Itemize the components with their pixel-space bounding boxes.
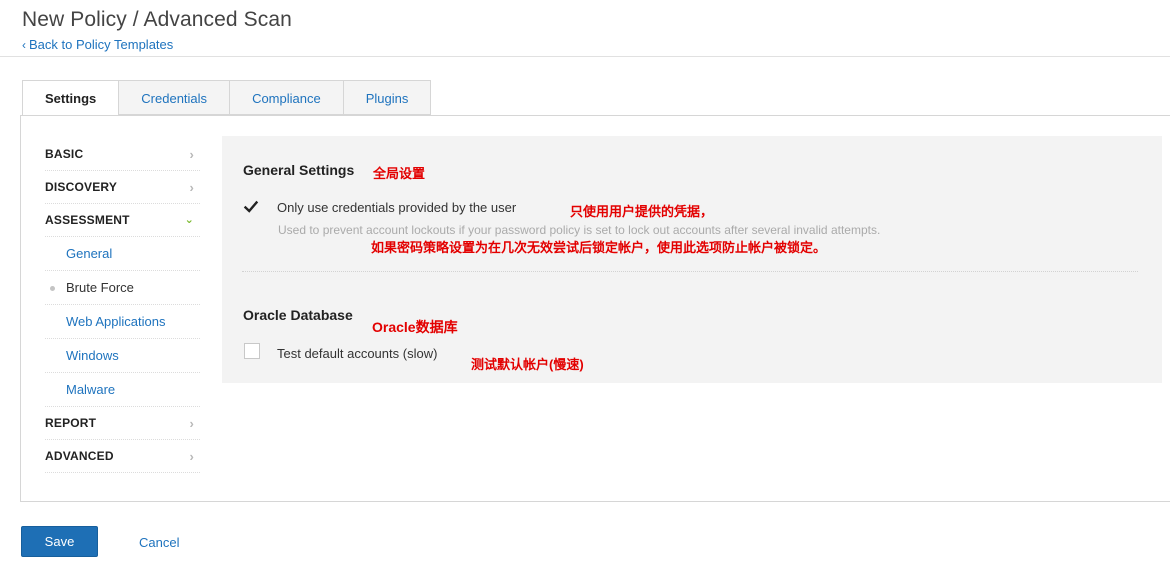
sidebar-item-discovery[interactable]: DISCOVERY › bbox=[45, 171, 200, 204]
sidebar-item-windows[interactable]: Windows bbox=[45, 339, 200, 373]
page-title: New Policy / Advanced Scan bbox=[22, 8, 292, 31]
tab-compliance[interactable]: Compliance bbox=[230, 80, 344, 115]
settings-sidebar: BASIC › DISCOVERY › ASSESSMENT ⌄ General… bbox=[45, 138, 200, 473]
sidebar-item-general[interactable]: General bbox=[45, 237, 200, 271]
use-user-credentials-annotation: 只使用用户提供的凭据， bbox=[570, 204, 714, 219]
sidebar-item-malware[interactable]: Malware bbox=[45, 373, 200, 407]
oracle-database-title: Oracle Database bbox=[243, 307, 353, 323]
sidebar-item-label: DISCOVERY bbox=[45, 180, 118, 194]
tab-settings[interactable]: Settings bbox=[22, 80, 120, 116]
use-user-credentials-label[interactable]: Only use credentials provided by the use… bbox=[277, 200, 516, 215]
policy-tabs: Settings Credentials Compliance Plugins bbox=[22, 80, 432, 116]
oracle-database-annotation: Oracle数据库 bbox=[372, 319, 458, 335]
test-default-accounts-annotation: 测试默认帐户(慢速) bbox=[471, 357, 584, 372]
settings-content: General Settings 全局设置 Only use credentia… bbox=[222, 136, 1162, 383]
sidebar-item-label: REPORT bbox=[45, 416, 97, 430]
chevron-down-icon: ⌄ bbox=[184, 214, 194, 226]
sidebar-item-report[interactable]: REPORT › bbox=[45, 407, 200, 440]
sidebar-item-label: ASSESSMENT bbox=[45, 213, 130, 227]
chevron-right-icon: › bbox=[189, 180, 194, 195]
section-divider bbox=[242, 271, 1138, 272]
use-user-credentials-checkbox[interactable] bbox=[243, 199, 259, 215]
general-settings-title: General Settings bbox=[243, 162, 355, 178]
sidebar-item-label: Brute Force bbox=[66, 280, 134, 295]
checkmark-icon bbox=[243, 200, 259, 213]
cancel-button[interactable]: Cancel bbox=[139, 535, 179, 550]
back-link-label: Back to Policy Templates bbox=[29, 37, 174, 52]
chevron-left-icon: ‹ bbox=[22, 38, 26, 52]
use-user-credentials-help-annotation: 如果密码策略设置为在几次无效尝试后锁定帐户，使用此选项防止帐户被锁定。 bbox=[371, 240, 827, 255]
chevron-right-icon: › bbox=[189, 147, 194, 162]
sidebar-item-assessment[interactable]: ASSESSMENT ⌄ bbox=[45, 204, 200, 237]
chevron-right-icon: › bbox=[189, 416, 194, 431]
sidebar-item-brute-force[interactable]: Brute Force bbox=[45, 271, 200, 305]
sidebar-item-web-applications[interactable]: Web Applications bbox=[45, 305, 200, 339]
header-divider bbox=[0, 56, 1170, 57]
tab-plugins[interactable]: Plugins bbox=[343, 80, 432, 115]
tab-credentials[interactable]: Credentials bbox=[119, 80, 231, 115]
sidebar-item-advanced[interactable]: ADVANCED › bbox=[45, 440, 200, 473]
sidebar-item-label: BASIC bbox=[45, 147, 84, 161]
chevron-right-icon: › bbox=[189, 449, 194, 464]
back-to-templates-link[interactable]: ‹ Back to Policy Templates bbox=[22, 37, 173, 52]
general-settings-annotation: 全局设置 bbox=[373, 166, 426, 181]
sidebar-item-basic[interactable]: BASIC › bbox=[45, 138, 200, 171]
test-default-accounts-label[interactable]: Test default accounts (slow) bbox=[277, 346, 437, 361]
test-default-accounts-checkbox[interactable] bbox=[244, 343, 260, 359]
use-user-credentials-help: Used to prevent account lockouts if your… bbox=[278, 223, 881, 237]
save-button[interactable]: Save bbox=[21, 526, 98, 557]
sidebar-item-label: ADVANCED bbox=[45, 449, 114, 463]
active-indicator-dot bbox=[50, 286, 55, 291]
